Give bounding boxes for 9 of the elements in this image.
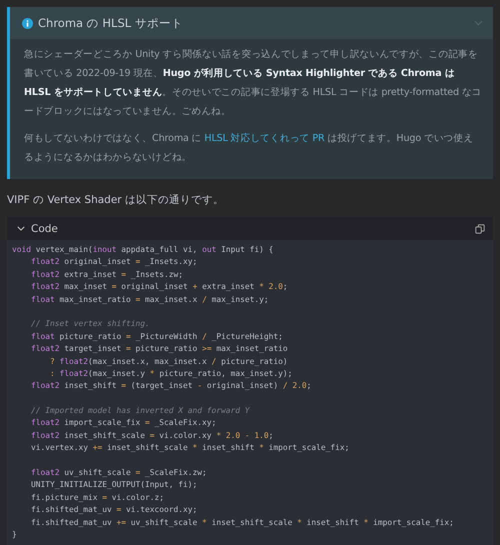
copy-icon[interactable] [475, 224, 485, 234]
callout-paragraph: 何もしてないわけではなく、Chroma に HLSL 対応してくれって PR は投げてます。Hugo でいつ使えるようになるかはわからないけどね。 [24, 132, 474, 165]
info-icon [22, 18, 33, 28]
callout-paragraph: 急にシェーダーどころか Unity すら関係ない話を突っ込んでしまって申し訳ないんですが、この記事を書いている 2022-09-19 現在、Hugo が利用している Syntax Highlighter である Chroma は HLSL をサポートしていません。そのせいでこの記事に登場する HLSL コードは pretty-formatted なコードブロックにはなっていません。ごめんね。 [24, 48, 483, 119]
code-toggle[interactable]: Code [17, 222, 58, 234]
pr-link[interactable]: HLSL 対応してくれって PR [204, 133, 325, 144]
callout-title: Chroma の HLSL サポート [38, 16, 184, 30]
intro-text: VIPF の Vertex Shader は以下の通りです。 [7, 193, 225, 207]
chevron-down-icon [17, 226, 25, 231]
